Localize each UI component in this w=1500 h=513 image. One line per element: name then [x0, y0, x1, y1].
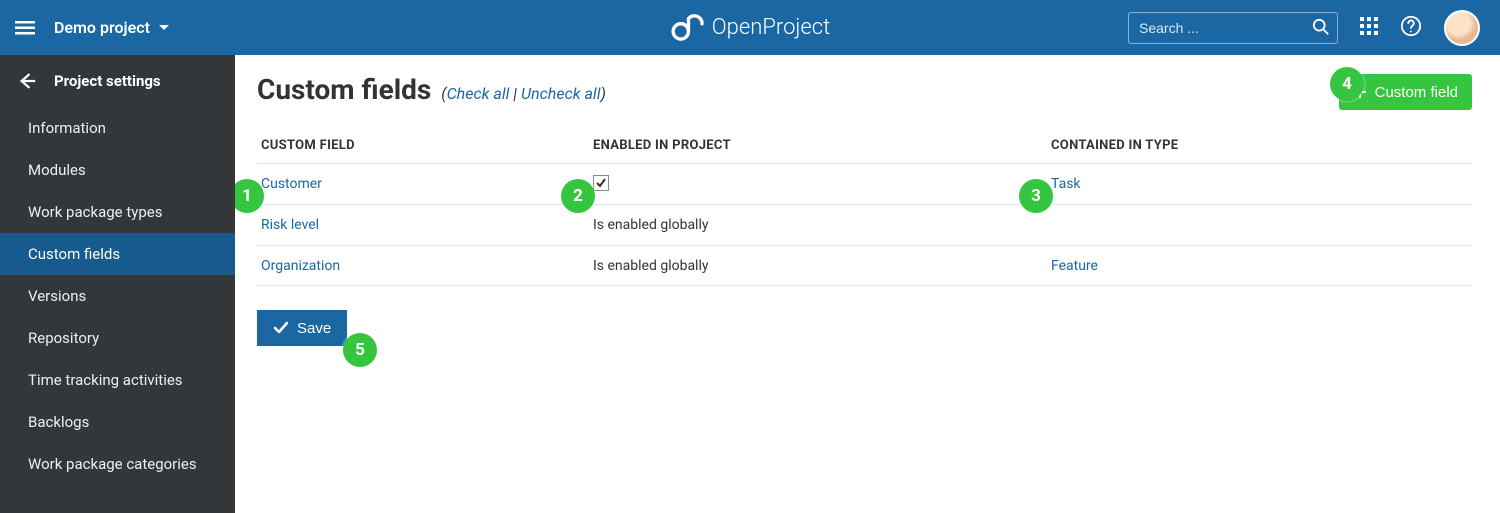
user-avatar[interactable]: [1444, 10, 1480, 46]
search-icon[interactable]: [1312, 18, 1330, 40]
app-logo: OpenProject: [670, 11, 830, 45]
custom-field-link[interactable]: Customer: [261, 176, 322, 192]
sidebar-heading[interactable]: Project settings: [0, 55, 235, 107]
col-header-enabled: ENABLED IN PROJECT: [593, 138, 1051, 153]
col-header-name: CUSTOM FIELD: [261, 138, 593, 153]
logo-text: OpenProject: [712, 15, 830, 40]
main-content: Custom fields (Check all | Uncheck all) …: [235, 55, 1500, 513]
col-header-type: CONTAINED IN TYPE: [1051, 138, 1468, 153]
annotation-2: 2: [561, 179, 595, 213]
sidebar-item-work-package-types[interactable]: Work package types: [0, 191, 235, 233]
hamburger-menu[interactable]: [0, 18, 50, 38]
topbar-right: [1128, 10, 1500, 46]
uncheck-all-link[interactable]: Uncheck all: [521, 84, 600, 103]
enabled-text: Is enabled globally: [593, 217, 709, 233]
sidebar-item-work-package-categories[interactable]: Work package categories: [0, 443, 235, 485]
type-link[interactable]: Task: [1051, 176, 1081, 192]
search-box: [1128, 12, 1338, 44]
project-selector[interactable]: Demo project: [50, 18, 174, 37]
table-row: Organization Is enabled globally Feature: [257, 245, 1472, 286]
sidebar-item-repository[interactable]: Repository: [0, 317, 235, 359]
table-row: Customer Task: [257, 163, 1472, 204]
check-links: (Check all | Uncheck all): [441, 84, 606, 103]
custom-field-link[interactable]: Risk level: [261, 217, 319, 233]
custom-field-link[interactable]: Organization: [261, 258, 340, 274]
project-name: Demo project: [54, 18, 150, 37]
sidebar-item-modules[interactable]: Modules: [0, 149, 235, 191]
check-all-link[interactable]: Check all: [447, 84, 510, 103]
sidebar-item-information[interactable]: Information: [0, 107, 235, 149]
save-button[interactable]: Save: [257, 310, 347, 346]
annotation-4: 4: [1330, 67, 1364, 101]
annotation-5: 5: [343, 333, 377, 367]
help-icon[interactable]: [1400, 15, 1422, 41]
sidebar-item-backlogs[interactable]: Backlogs: [0, 401, 235, 443]
sidebar-item-custom-fields[interactable]: Custom fields: [0, 233, 235, 275]
apps-grid-icon[interactable]: [1360, 17, 1378, 39]
sidebar: Project settings InformationModulesWork …: [0, 55, 235, 513]
table-row: Risk level Is enabled globally: [257, 204, 1472, 245]
type-link[interactable]: Feature: [1051, 258, 1098, 274]
caret-down-icon: [158, 22, 170, 34]
page-title: Custom fields: [257, 73, 431, 106]
sidebar-item-versions[interactable]: Versions: [0, 275, 235, 317]
table-header: CUSTOM FIELD ENABLED IN PROJECT CONTAINE…: [257, 138, 1472, 163]
topbar: Demo project OpenProject: [0, 0, 1500, 55]
sidebar-heading-label: Project settings: [54, 72, 161, 90]
annotation-3: 3: [1019, 179, 1053, 213]
back-arrow-icon[interactable]: [18, 72, 36, 90]
custom-fields-table: CUSTOM FIELD ENABLED IN PROJECT CONTAINE…: [257, 138, 1472, 286]
sidebar-item-time-tracking-activities[interactable]: Time tracking activities: [0, 359, 235, 401]
save-label: Save: [297, 320, 331, 337]
openproject-icon: [670, 11, 704, 45]
enabled-text: Is enabled globally: [593, 258, 709, 274]
check-icon: [273, 320, 289, 336]
enable-checkbox[interactable]: [593, 175, 609, 191]
new-cf-label: Custom field: [1375, 84, 1458, 101]
search-input[interactable]: [1128, 12, 1338, 44]
